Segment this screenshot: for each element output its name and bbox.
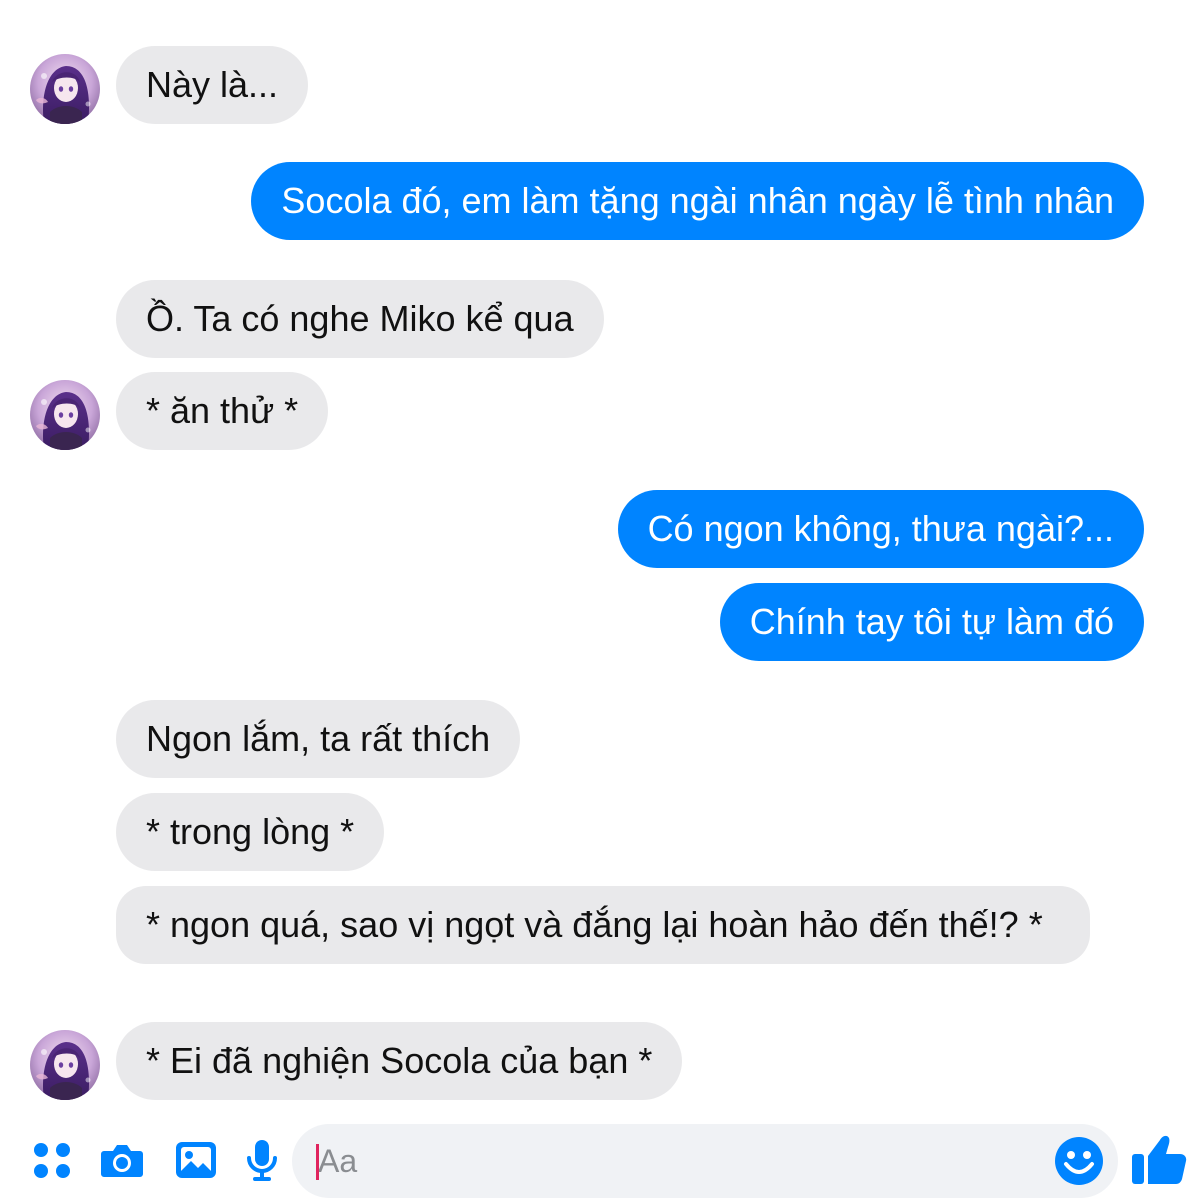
message-bubble-incoming[interactable]: Ngon lắm, ta rất thích bbox=[116, 700, 521, 778]
message-bubble-incoming[interactable]: * Ei đã nghiện Socola của bạn * bbox=[116, 1022, 683, 1100]
message-input[interactable] bbox=[316, 1124, 1018, 1198]
message-bubble-incoming[interactable]: Này là... bbox=[116, 46, 309, 124]
message-composer bbox=[0, 1120, 1200, 1204]
contact-avatar[interactable] bbox=[30, 1030, 100, 1100]
gallery-icon[interactable] bbox=[172, 1136, 220, 1184]
message-bubble-outgoing[interactable]: Chính tay tôi tự làm đó bbox=[719, 583, 1144, 661]
contact-avatar[interactable] bbox=[30, 54, 100, 124]
message-bubble-incoming[interactable]: * ngon quá, sao vị ngọt và đắng lại hoàn… bbox=[116, 886, 1090, 964]
apps-icon[interactable] bbox=[28, 1136, 76, 1184]
contact-avatar[interactable] bbox=[30, 380, 100, 450]
message-bubble-incoming[interactable]: * ăn thử * bbox=[116, 372, 329, 450]
message-bubble-incoming[interactable]: * trong lòng * bbox=[116, 793, 385, 871]
emoji-icon[interactable] bbox=[1054, 1136, 1104, 1186]
message-bubble-outgoing[interactable]: Có ngon không, thưa ngài?... bbox=[617, 490, 1144, 568]
text-cursor bbox=[316, 1144, 319, 1180]
avatar-image bbox=[30, 380, 100, 450]
camera-icon[interactable] bbox=[98, 1136, 146, 1184]
microphone-icon[interactable] bbox=[238, 1136, 286, 1184]
avatar-image bbox=[30, 1030, 100, 1100]
avatar-image bbox=[30, 54, 100, 124]
message-bubble-outgoing[interactable]: Socola đó, em làm tặng ngài nhân ngày lễ… bbox=[251, 162, 1144, 240]
thumbs-up-icon[interactable] bbox=[1130, 1128, 1190, 1188]
message-input-field[interactable] bbox=[292, 1124, 1118, 1198]
message-bubble-incoming[interactable]: Ồ. Ta có nghe Miko kể qua bbox=[116, 280, 604, 358]
